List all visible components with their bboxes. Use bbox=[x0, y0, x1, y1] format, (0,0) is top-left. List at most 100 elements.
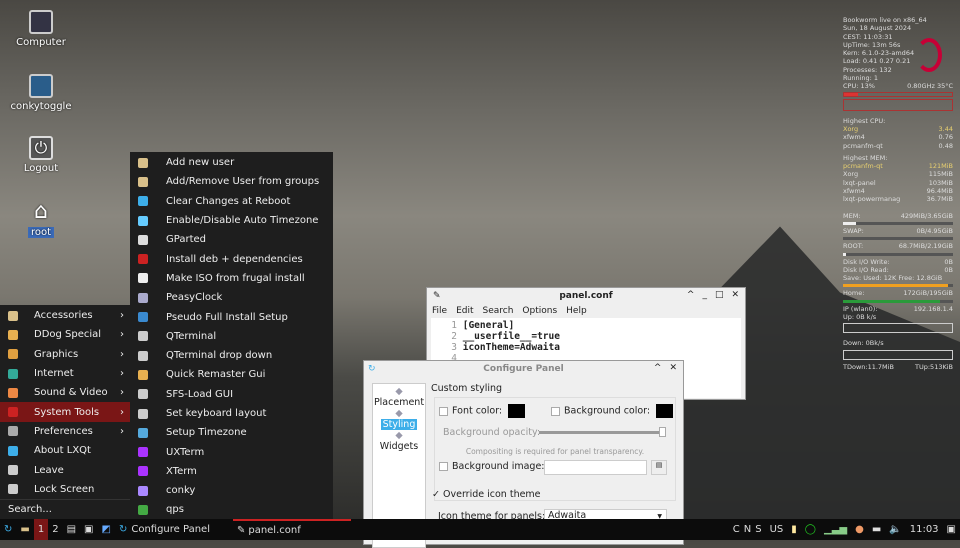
font-color-swatch[interactable] bbox=[508, 404, 526, 418]
menu-options[interactable]: Options bbox=[522, 306, 557, 316]
submenu-item[interactable]: QTerminal bbox=[130, 327, 333, 346]
task-panel-conf[interactable]: ✎ panel.conf bbox=[232, 519, 351, 540]
slider-handle[interactable] bbox=[659, 427, 666, 437]
shade-button[interactable]: ^ bbox=[687, 290, 695, 300]
checkbox[interactable] bbox=[551, 406, 560, 416]
menu-item-about-lxqt[interactable]: About LXQt bbox=[0, 441, 130, 460]
submenu-item[interactable]: Setup Timezone bbox=[130, 423, 333, 442]
leave-icon bbox=[8, 465, 18, 476]
maximize-button[interactable]: □ bbox=[715, 290, 724, 300]
desktop-icon-root[interactable]: ⌂ root bbox=[1, 200, 81, 238]
bg-color-option[interactable]: Background color: bbox=[551, 404, 674, 418]
app-icon bbox=[138, 504, 148, 515]
bg-image-input[interactable] bbox=[544, 460, 647, 475]
menu-search-input[interactable]: Search... bbox=[0, 498, 130, 518]
system-tools-submenu: Add new user Add/Remove User from groups C… bbox=[130, 152, 333, 519]
start-menu-button[interactable]: ↻ bbox=[0, 519, 16, 540]
submenu-item[interactable]: PeasyClock bbox=[130, 288, 333, 307]
browse-button[interactable]: ▤ bbox=[651, 460, 667, 475]
submenu-item[interactable]: Install deb + dependencies bbox=[130, 249, 333, 268]
nav-styling[interactable]: Styling bbox=[373, 419, 425, 430]
proc-row: Xorg 115MiB bbox=[843, 170, 953, 178]
label: Home: bbox=[843, 289, 865, 298]
shade-button[interactable]: ^ bbox=[654, 363, 662, 373]
desktop-icon-conkytoggle[interactable]: conkytoggle bbox=[1, 74, 81, 112]
nav-placement[interactable]: Placement bbox=[373, 397, 425, 408]
tup: TUp:513KiB bbox=[915, 362, 953, 371]
menu-search[interactable]: Search bbox=[483, 306, 514, 316]
diamond-icon: ◆ bbox=[395, 430, 403, 441]
close-button[interactable]: ✕ bbox=[669, 363, 677, 373]
menu-item-sound-video[interactable]: Sound & Video › bbox=[0, 383, 130, 402]
desktop-icon-logout[interactable]: ⏻ Logout bbox=[1, 136, 81, 174]
override-icon-theme[interactable]: ✓ Override icon theme bbox=[432, 489, 541, 500]
keyboard-layout[interactable]: US bbox=[766, 519, 788, 540]
menu-item-ddog-special[interactable]: DDog Special › bbox=[0, 325, 130, 344]
desktop-icon-computer[interactable]: Computer bbox=[1, 10, 81, 48]
font-color-option[interactable]: Font color: bbox=[439, 404, 526, 418]
file-manager-icon[interactable]: ▬ bbox=[16, 519, 33, 540]
editor-titlebar[interactable]: ✎ panel.conf ^ _ □ ✕ bbox=[427, 288, 745, 304]
launcher-icon[interactable]: ▤ bbox=[63, 519, 80, 540]
menu-file[interactable]: File bbox=[432, 306, 447, 316]
submenu-item[interactable]: Pseudo Full Install Setup bbox=[130, 307, 333, 326]
menu-item-accessories[interactable]: Accessories › bbox=[0, 306, 130, 325]
submenu-item[interactable]: Enable/Disable Auto Timezone bbox=[130, 211, 333, 230]
submenu-item[interactable]: conky bbox=[130, 481, 333, 500]
submenu-item[interactable]: Make ISO from frugal install bbox=[130, 269, 333, 288]
bg-color-swatch[interactable] bbox=[656, 404, 674, 418]
battery-icon[interactable]: ▬ bbox=[868, 519, 885, 540]
desktop-1[interactable]: 1 bbox=[33, 519, 49, 540]
task-configure-panel[interactable]: ↻ Configure Panel bbox=[115, 519, 233, 540]
editor-launcher-icon[interactable]: ◩ bbox=[98, 519, 115, 540]
show-desktop-icon[interactable]: ▣ bbox=[943, 519, 960, 540]
submenu-item[interactable]: Set keyboard layout bbox=[130, 404, 333, 423]
clipboard-icon[interactable]: ▮ bbox=[787, 519, 801, 540]
volume-icon[interactable]: 🔈 bbox=[885, 519, 905, 540]
proc-row: pcmanfm-qt 121MiB bbox=[843, 162, 953, 170]
clock[interactable]: 11:03 bbox=[906, 519, 943, 540]
app-icon bbox=[138, 196, 148, 207]
terminal-icon[interactable]: ▣ bbox=[80, 519, 97, 540]
checkbox[interactable] bbox=[439, 462, 448, 471]
submenu-item[interactable]: GParted bbox=[130, 230, 333, 249]
menu-item-leave[interactable]: Leave bbox=[0, 460, 130, 479]
menu-help[interactable]: Help bbox=[566, 306, 587, 316]
menu-item-lock-screen[interactable]: Lock Screen bbox=[0, 480, 130, 499]
submenu-item[interactable]: XTerm bbox=[130, 462, 333, 481]
minimize-button[interactable]: _ bbox=[702, 290, 707, 300]
menu-item-preferences[interactable]: Preferences › bbox=[0, 422, 130, 441]
submenu-item[interactable]: Add new user bbox=[130, 153, 333, 172]
line-text: __userfile__=true bbox=[462, 331, 560, 342]
menu-item-system-tools[interactable]: System Tools › bbox=[0, 402, 130, 422]
submenu-item[interactable]: QTerminal drop down bbox=[130, 346, 333, 365]
menu-item-internet[interactable]: Internet › bbox=[0, 364, 130, 383]
close-button[interactable]: ✕ bbox=[731, 290, 739, 300]
submenu-item[interactable]: Clear Changes at Reboot bbox=[130, 192, 333, 211]
nav-widgets[interactable]: Widgets bbox=[373, 441, 425, 452]
wifi-signal-icon[interactable]: ▁▃▅ bbox=[820, 519, 851, 540]
home-row: Home: 172GiB/195GiB bbox=[843, 289, 953, 297]
network-manager-icon[interactable]: ◯ bbox=[801, 519, 820, 540]
checkbox[interactable] bbox=[439, 406, 448, 416]
weather-icon[interactable]: ● bbox=[851, 519, 868, 540]
config-titlebar[interactable]: ↻ Configure Panel ^ ✕ bbox=[364, 361, 683, 377]
menu-edit[interactable]: Edit bbox=[456, 306, 473, 316]
submenu-item[interactable]: Quick Remaster Gui bbox=[130, 365, 333, 384]
menu-item-graphics[interactable]: Graphics › bbox=[0, 345, 130, 364]
label: MEM: bbox=[843, 211, 861, 220]
tdown: TDown:11.7MiB bbox=[843, 362, 894, 371]
submenu-item[interactable]: Add/Remove User from groups bbox=[130, 172, 333, 191]
submenu-item[interactable]: qps bbox=[130, 500, 333, 519]
menubar: File Edit Search Options Help bbox=[427, 304, 745, 318]
ip-row: IP (wlan0): 192.168.1.4 bbox=[843, 305, 953, 313]
proc-row: pcmanfm-qt 0.48 bbox=[843, 142, 953, 150]
desktop-2[interactable]: 2 bbox=[48, 519, 62, 540]
value: 0B bbox=[944, 265, 953, 274]
opacity-slider[interactable] bbox=[539, 427, 666, 437]
submenu-item[interactable]: UXTerm bbox=[130, 442, 333, 461]
label: Clear Changes at Reboot bbox=[166, 195, 291, 207]
bg-image-option[interactable]: Background image: bbox=[439, 461, 545, 472]
conky-date: Sun, 18 August 2024 bbox=[843, 24, 912, 33]
submenu-item[interactable]: SFS-Load GUI bbox=[130, 385, 333, 404]
